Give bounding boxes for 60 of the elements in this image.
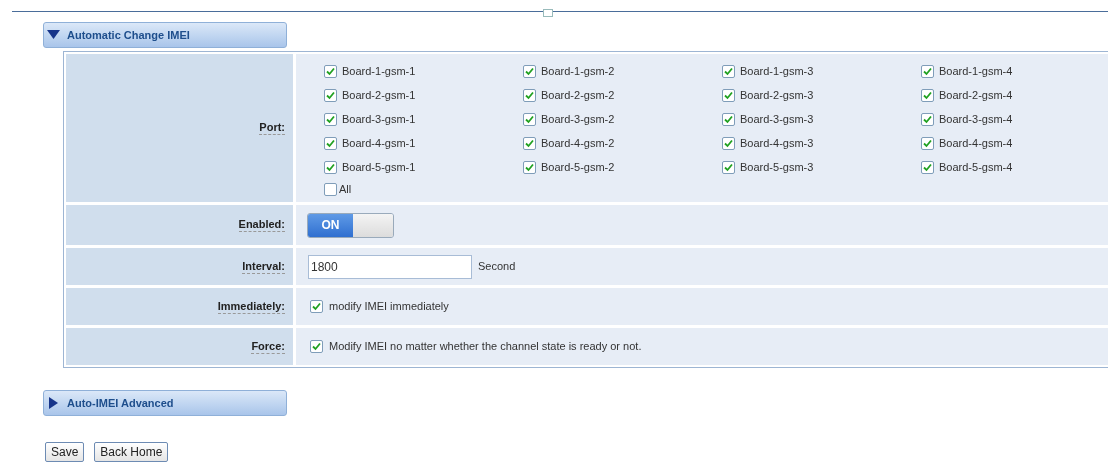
port-label: Board-2-gsm-2 [541, 87, 615, 103]
checkbox[interactable] [310, 300, 323, 313]
checkbox[interactable] [324, 182, 337, 196]
port-label: Board-4-gsm-4 [939, 135, 1013, 151]
checkbox[interactable] [310, 340, 323, 353]
checkbox[interactable] [324, 160, 337, 174]
checkbox[interactable] [722, 64, 735, 78]
all-label: All [339, 181, 352, 197]
port-label: Board-3-gsm-2 [541, 111, 615, 127]
field-label: Port: [259, 121, 285, 135]
interval-field[interactable]: 1800 [308, 254, 472, 279]
checkbox[interactable] [324, 88, 337, 102]
port-label: Board-5-gsm-3 [740, 159, 814, 175]
form-button[interactable]: Save [45, 442, 85, 462]
form-button[interactable]: Back Home [94, 442, 169, 462]
option-label: modify IMEI immediately [329, 299, 449, 315]
checkbox[interactable] [523, 112, 536, 126]
port-label: Board-3-gsm-3 [740, 111, 814, 127]
checkbox[interactable] [324, 64, 337, 78]
port-label: Board-3-gsm-1 [342, 111, 416, 127]
checkbox[interactable] [523, 136, 536, 150]
checkbox[interactable] [921, 136, 934, 150]
field-label: Force: [251, 339, 285, 354]
port-label: Board-2-gsm-1 [342, 87, 416, 103]
checkbox[interactable] [324, 112, 337, 126]
checkbox[interactable] [722, 136, 735, 150]
port-label: Board-5-gsm-1 [342, 159, 416, 175]
port-label: Board-2-gsm-4 [939, 87, 1013, 103]
field-label: Immediately: [217, 299, 285, 314]
toggle-switch[interactable]: ON [307, 212, 394, 238]
checkbox[interactable] [722, 112, 735, 126]
unit-label: Second [478, 259, 516, 275]
port-label: Board-3-gsm-4 [939, 111, 1013, 127]
checkbox[interactable] [523, 64, 536, 78]
checkbox[interactable] [523, 88, 536, 102]
port-label: Board-1-gsm-2 [541, 63, 615, 79]
checkbox[interactable] [523, 160, 536, 174]
field-label: Enabled: [238, 218, 285, 232]
checkbox[interactable] [324, 136, 337, 150]
section-header[interactable]: Automatic Change IMEI [43, 22, 287, 48]
port-label: Board-5-gsm-4 [939, 159, 1013, 175]
port-label: Board-2-gsm-3 [740, 87, 814, 103]
handle-icon [543, 9, 553, 17]
triangle-down-icon [47, 29, 61, 41]
checkbox[interactable] [722, 160, 735, 174]
port-label: Board-1-gsm-3 [740, 63, 814, 79]
port-label: Board-1-gsm-4 [939, 63, 1013, 79]
port-label: Board-1-gsm-1 [342, 63, 416, 79]
field-label: Interval: [242, 259, 285, 274]
option-label: Modify IMEI no matter whether the channel state is ready or not. [329, 339, 642, 355]
section-header[interactable]: Auto-IMEI Advanced [43, 390, 287, 416]
port-label: Board-4-gsm-1 [342, 135, 416, 151]
port-label: Board-4-gsm-3 [740, 135, 814, 151]
checkbox[interactable] [921, 64, 934, 78]
checkbox[interactable] [722, 88, 735, 102]
checkbox[interactable] [921, 160, 934, 174]
checkbox[interactable] [921, 88, 934, 102]
checkbox[interactable] [921, 112, 934, 126]
port-label: Board-4-gsm-2 [541, 135, 615, 151]
port-label: Board-5-gsm-2 [541, 159, 615, 175]
